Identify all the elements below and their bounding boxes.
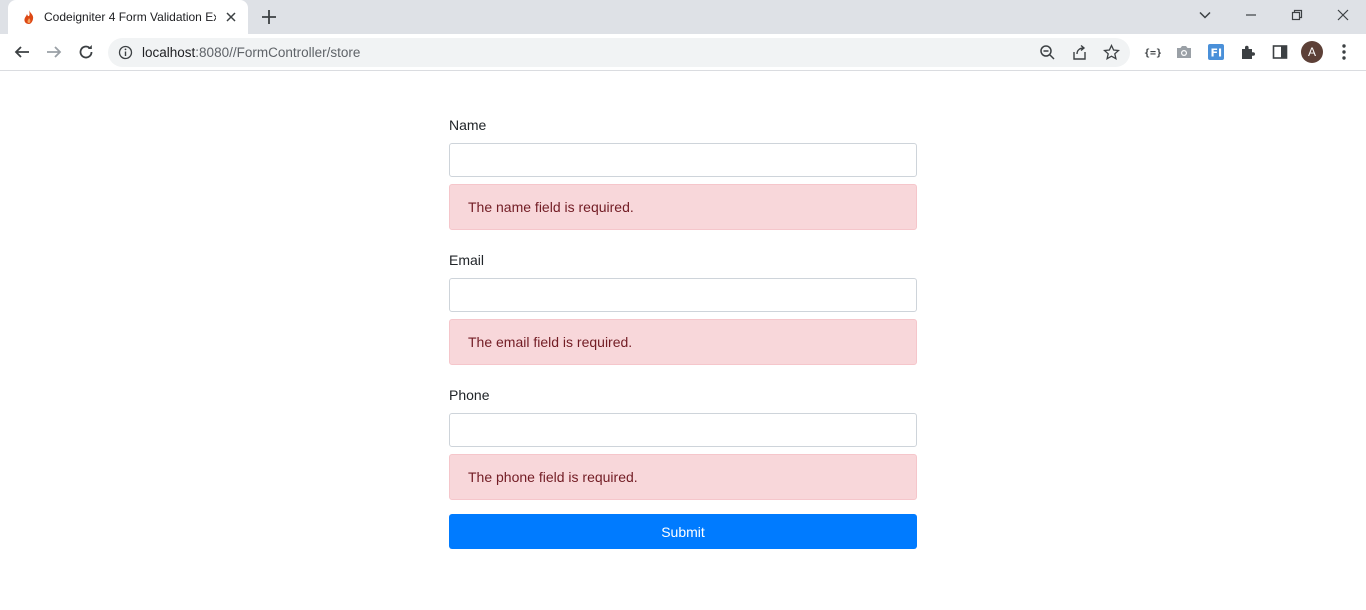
extensions-button[interactable] [1238,42,1258,62]
browser-toolbar: localhost:8080//FormController/store {=}… [0,34,1366,71]
url-host: localhost [142,45,196,60]
reload-icon [79,45,93,59]
zoom-icon[interactable] [1039,44,1056,61]
phone-group: Phone The phone field is required. [449,386,917,500]
json-viewer-extension[interactable]: {=} [1142,42,1162,62]
url-text[interactable]: localhost:8080//FormController/store [142,45,360,60]
back-icon [14,46,29,58]
browser-tab[interactable]: Codeigniter 4 Form Validation Ex [8,0,248,34]
email-label: Email [449,252,485,268]
reload-button[interactable] [76,42,96,62]
avatar[interactable]: A [1301,41,1323,63]
email-group: Email The email field is required. [449,251,917,365]
restore-icon [1291,9,1303,21]
window-close-button[interactable] [1320,0,1366,30]
close-icon[interactable] [224,10,238,24]
puzzle-icon [1242,45,1255,59]
kebab-menu-icon [1342,44,1346,60]
plus-icon[interactable] [260,8,278,26]
svg-text:{=}: {=} [1144,48,1161,59]
info-icon[interactable] [118,45,133,60]
side-panel-icon [1272,45,1288,59]
chevron-down-icon [1199,11,1211,19]
name-label: Name [449,117,487,133]
address-bar[interactable]: localhost:8080//FormController/store [108,38,1130,67]
name-error-alert: The name field is required. [449,184,917,230]
screenshot-extension[interactable] [1174,42,1194,62]
phone-label: Phone [449,387,490,403]
forward-icon [47,46,62,58]
phone-error-alert: The phone field is required. [449,454,917,500]
fi-extension-icon: FI [1208,44,1224,60]
name-field[interactable] [449,143,917,177]
share-icon[interactable] [1071,44,1088,61]
window-close-icon [1337,9,1349,21]
browser-menu-button[interactable] [1334,42,1354,62]
forward-button[interactable] [44,42,64,62]
contact-form: Name The name field is required. Email T… [449,116,917,549]
submit-button[interactable]: Submit [449,514,917,549]
flame-favicon-icon [24,10,34,24]
restore-button[interactable] [1274,0,1320,30]
tab-search-button[interactable] [1182,0,1228,30]
back-button[interactable] [12,42,32,62]
side-panel-button[interactable] [1270,42,1290,62]
url-path: :8080//FormController/store [195,45,361,60]
email-error-alert: The email field is required. [449,319,917,365]
json-viewer-icon: {=} [1144,48,1161,59]
fi-extension[interactable]: FI [1206,42,1226,62]
email-field[interactable] [449,278,917,312]
tab-strip: Codeigniter 4 Form Validation Ex [0,0,1366,34]
star-icon[interactable] [1103,44,1120,61]
tab-title: Codeigniter 4 Form Validation Ex [44,10,216,24]
minimize-icon [1246,14,1256,16]
phone-field[interactable] [449,413,917,447]
minimize-button[interactable] [1228,0,1274,30]
svg-text:FI: FI [1211,47,1223,60]
camera-icon [1177,46,1191,58]
name-group: Name The name field is required. [449,116,917,230]
